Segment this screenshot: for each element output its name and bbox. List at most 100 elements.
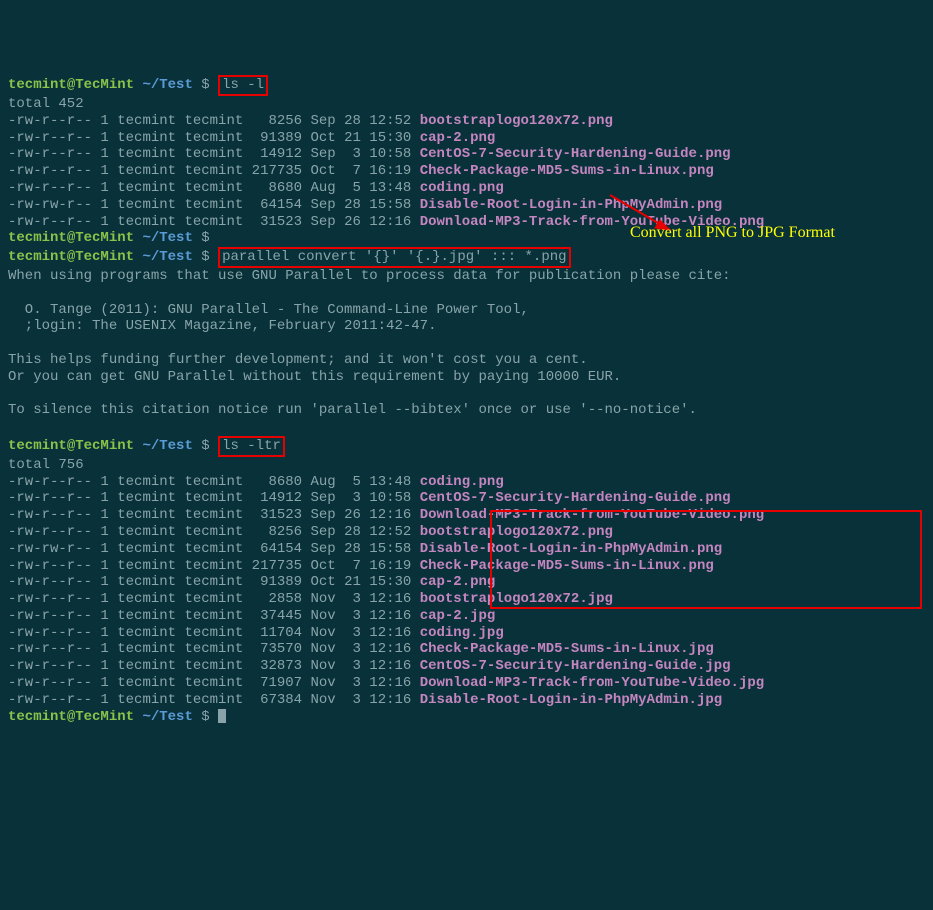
file-perms: -rw-rw-r-- <box>8 541 100 557</box>
list-item: -rw-r--r-- 1 tecmint tecmint 217735 Oct … <box>8 163 925 180</box>
file-perms: -rw-r--r-- <box>8 608 100 624</box>
file-perms: -rw-r--r-- <box>8 625 100 641</box>
file-owner: tecmint <box>117 692 184 708</box>
file-owner: tecmint <box>117 524 184 540</box>
list-item: -rw-r--r-- 1 tecmint tecmint 91389 Oct 2… <box>8 574 925 591</box>
file-group: tecmint <box>184 541 243 557</box>
parallel-output: This helps funding further development; … <box>8 352 925 369</box>
prompt-path: ~/Test <box>142 438 192 454</box>
file-perms: -rw-r--r-- <box>8 180 100 196</box>
file-size: 11704 <box>243 625 310 641</box>
file-size: 217735 <box>243 558 310 574</box>
file-size: 31523 <box>243 214 310 230</box>
file-date: Oct 21 15:30 <box>310 574 419 590</box>
file-perms: -rw-r--r-- <box>8 214 100 230</box>
file-owner: tecmint <box>117 163 184 179</box>
prompt-user: tecmint <box>8 709 67 725</box>
file-perms: -rw-r--r-- <box>8 130 100 146</box>
prompt-host: @TecMint <box>67 709 134 725</box>
file-name: cap-2.png <box>420 130 496 146</box>
file-name: Disable-Root-Login-in-PhpMyAdmin.png <box>420 541 722 557</box>
file-name: Disable-Root-Login-in-PhpMyAdmin.jpg <box>420 692 722 708</box>
file-perms: -rw-r--r-- <box>8 675 100 691</box>
prompt-user: tecmint <box>8 249 67 265</box>
list-item: -rw-r--r-- 1 tecmint tecmint 71907 Nov 3… <box>8 675 925 692</box>
prompt-host: @TecMint <box>67 230 134 246</box>
list-item: -rw-r--r-- 1 tecmint tecmint 8680 Aug 5 … <box>8 474 925 491</box>
annotation-text: Convert all PNG to JPG Format <box>630 223 835 242</box>
file-name: Download-MP3-Track-from-YouTube-Video.pn… <box>420 507 764 523</box>
file-owner: tecmint <box>117 675 184 691</box>
prompt-path: ~/Test <box>142 709 192 725</box>
file-group: tecmint <box>184 214 243 230</box>
cursor[interactable] <box>218 709 226 723</box>
file-size: 8256 <box>243 524 310 540</box>
parallel-output: O. Tange (2011): GNU Parallel - The Comm… <box>8 302 925 319</box>
file-date: Sep 3 10:58 <box>310 146 419 162</box>
file-date: Nov 3 12:16 <box>310 692 419 708</box>
file-name: coding.png <box>420 474 504 490</box>
file-name: bootstraplogo120x72.png <box>420 113 613 129</box>
file-date: Sep 28 12:52 <box>310 524 419 540</box>
file-name: bootstraplogo120x72.jpg <box>420 591 613 607</box>
file-group: tecmint <box>184 591 243 607</box>
file-date: Nov 3 12:16 <box>310 658 419 674</box>
file-group: tecmint <box>184 641 243 657</box>
prompt-path: ~/Test <box>142 249 192 265</box>
total-line: total 452 <box>8 96 925 113</box>
list-item: -rw-r--r-- 1 tecmint tecmint 11704 Nov 3… <box>8 625 925 642</box>
file-group: tecmint <box>184 658 243 674</box>
file-name: Check-Package-MD5-Sums-in-Linux.png <box>420 558 714 574</box>
command-ls-ltr[interactable]: ls -ltr <box>218 436 285 457</box>
file-date: Oct 21 15:30 <box>310 130 419 146</box>
file-name: CentOS-7-Security-Hardening-Guide.png <box>420 490 731 506</box>
file-perms: -rw-r--r-- <box>8 507 100 523</box>
file-owner: tecmint <box>117 474 184 490</box>
file-size: 67384 <box>243 692 310 708</box>
file-perms: -rw-r--r-- <box>8 146 100 162</box>
list-item: -rw-r--r-- 1 tecmint tecmint 8256 Sep 28… <box>8 524 925 541</box>
file-group: tecmint <box>184 490 243 506</box>
prompt-user: tecmint <box>8 230 67 246</box>
file-size: 64154 <box>243 541 310 557</box>
list-item: -rw-r--r-- 1 tecmint tecmint 217735 Oct … <box>8 558 925 575</box>
prompt-host: @TecMint <box>67 77 134 93</box>
file-owner: tecmint <box>117 490 184 506</box>
parallel-output: Or you can get GNU Parallel without this… <box>8 369 925 386</box>
file-date: Sep 26 12:16 <box>310 214 419 230</box>
prompt-path: ~/Test <box>142 77 192 93</box>
command-ls-l[interactable]: ls -l <box>218 75 268 96</box>
file-perms: -rw-r--r-- <box>8 163 100 179</box>
file-group: tecmint <box>184 574 243 590</box>
file-group: tecmint <box>184 675 243 691</box>
file-date: Oct 7 16:19 <box>310 558 419 574</box>
file-group: tecmint <box>184 608 243 624</box>
file-owner: tecmint <box>117 625 184 641</box>
file-name: cap-2.png <box>420 574 496 590</box>
file-size: 32873 <box>243 658 310 674</box>
file-group: tecmint <box>184 197 243 213</box>
command-parallel[interactable]: parallel convert '{}' '{.}.jpg' ::: *.pn… <box>218 247 570 268</box>
file-owner: tecmint <box>117 180 184 196</box>
prompt-user: tecmint <box>8 438 67 454</box>
file-size: 8256 <box>243 113 310 129</box>
list-item: -rw-r--r-- 1 tecmint tecmint 2858 Nov 3 … <box>8 591 925 608</box>
file-group: tecmint <box>184 180 243 196</box>
file-name: coding.jpg <box>420 625 504 641</box>
file-perms: -rw-r--r-- <box>8 474 100 490</box>
file-name: CentOS-7-Security-Hardening-Guide.jpg <box>420 658 731 674</box>
file-perms: -rw-r--r-- <box>8 113 100 129</box>
file-date: Aug 5 13:48 <box>310 180 419 196</box>
file-perms: -rw-r--r-- <box>8 591 100 607</box>
file-owner: tecmint <box>117 214 184 230</box>
file-perms: -rw-r--r-- <box>8 641 100 657</box>
file-perms: -rw-r--r-- <box>8 574 100 590</box>
prompt-path: ~/Test <box>142 230 192 246</box>
file-group: tecmint <box>184 558 243 574</box>
file-size: 14912 <box>243 490 310 506</box>
file-size: 8680 <box>243 180 310 196</box>
parallel-output: When using programs that use GNU Paralle… <box>8 268 925 285</box>
parallel-output: To silence this citation notice run 'par… <box>8 402 925 419</box>
file-perms: -rw-r--r-- <box>8 558 100 574</box>
file-owner: tecmint <box>117 574 184 590</box>
